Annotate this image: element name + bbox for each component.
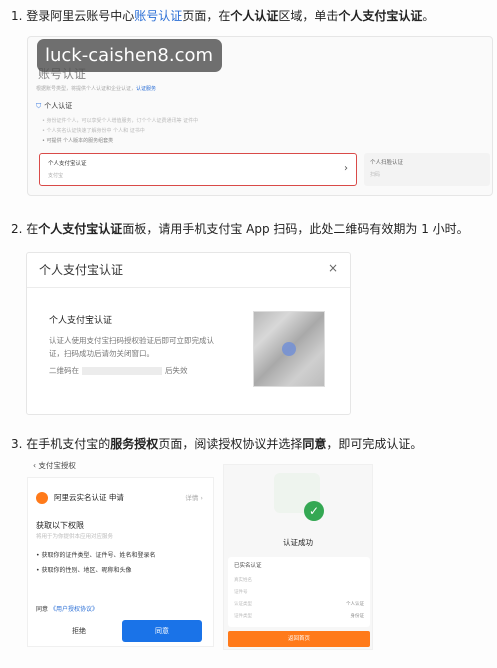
reject-button[interactable]: 拒绝	[36, 621, 122, 641]
agreement-text: 同意 《用户授权协议》	[36, 604, 98, 613]
row-key: 证件类型	[234, 614, 252, 619]
divider	[27, 287, 350, 288]
card-header: 已实名认证	[234, 563, 262, 569]
row-key: 认证类型	[234, 602, 252, 607]
chevron-right-icon: ›	[344, 163, 348, 174]
step-3-instruction: 3. 在手机支付宝的服务授权页面，阅读授权协议并选择同意，即可完成认证。	[11, 436, 422, 452]
qr-code-image	[253, 311, 325, 387]
option-subtitle: 扫码	[370, 172, 381, 178]
subtitle-text: 根据账号类型，将提供个人认证和企业认证，	[36, 86, 137, 92]
step-bold: 服务授权	[110, 437, 159, 451]
watermark: luck-caishen8.com	[37, 39, 222, 72]
step-text: ，即可完成认证。	[326, 437, 423, 451]
page-subtitle: 根据账号类型，将提供个人认证和企业认证，认证服务	[36, 85, 156, 92]
info-row: 真实姓名	[234, 577, 364, 585]
option-title: 个人支付宝认证	[48, 161, 87, 167]
modal-title: 个人支付宝认证	[39, 263, 124, 277]
step-text: 。	[422, 9, 435, 23]
section-title: 个人认证	[44, 102, 73, 110]
qr-expiry-text: 二维码在 后失效	[49, 365, 188, 376]
step-1-instruction: 1. 登录阿里云账号中心账号认证页面，在个人认证区域，单击个人支付宝认证。	[11, 8, 434, 24]
authorization-screen: 阿里云实名认证 申请 详情 › 获取以下权限 将用于为你提供本应用对应服务 • …	[27, 477, 214, 647]
agree-prefix: 同意	[36, 606, 49, 613]
expiry-suffix: 后失效	[165, 366, 188, 375]
modal-description: 证，扫码成功后请勿关闭窗口。	[49, 349, 154, 358]
modal-description: 认证人使用支付宝扫码授权验证后即可立即完成认	[49, 336, 214, 345]
step-bold: 个人支付宝认证	[38, 222, 123, 236]
modal-subtitle: 个人支付宝认证	[49, 316, 113, 326]
step-number: 2.	[11, 222, 23, 236]
step-text: 页面，阅读授权协议并选择	[158, 437, 303, 451]
row-key: 证件号	[234, 590, 248, 595]
row-value: 个人认证	[346, 602, 364, 607]
step-text: 页面，在	[182, 9, 231, 23]
alipay-verify-option[interactable]: 个人支付宝认证 支付宝 ›	[39, 153, 357, 186]
shield-icon: ⛉	[36, 102, 42, 110]
permission-item: • 获取你的证件类型、证件号、姓名和登录名	[36, 552, 156, 559]
user-agreement-link[interactable]: 《用户授权协议》	[50, 606, 98, 613]
close-icon[interactable]: ×	[328, 261, 338, 275]
permission-title: 获取以下权限	[36, 521, 84, 530]
detail-link[interactable]: 详情 ›	[185, 492, 203, 502]
info-row: 证件类型 身份证	[234, 613, 364, 621]
info-row: 认证类型 个人认证	[234, 601, 364, 609]
option-title: 个人扫脸认证	[370, 160, 404, 166]
app-name: 阿里云实名认证 申请	[54, 493, 124, 502]
expiry-prefix: 二维码在	[49, 366, 79, 375]
row-value: 身份证	[350, 614, 365, 619]
redacted-time	[82, 367, 162, 375]
step-text: 区域，单击	[278, 9, 339, 23]
account-verify-link[interactable]: 账号认证	[134, 9, 182, 23]
accept-button[interactable]: 同意	[122, 620, 202, 642]
step-2-instruction: 2. 在个人支付宝认证面板，请用手机支付宝 App 扫码，此处二维码有效期为 1…	[11, 221, 469, 237]
bullet-text: • 个人实名认证快速了解身份中 个人和 证书中	[42, 128, 145, 134]
row-key: 真实姓名	[234, 578, 252, 583]
back-nav[interactable]: ‹ 支付宝授权	[33, 460, 76, 471]
step-text: 面板，请用手机支付宝 App 扫码，此处二维码有效期为 1 小时。	[122, 222, 469, 236]
alipay-logo-icon	[282, 342, 296, 356]
bullet-text: • 可提供 个人版本的服务组套类	[42, 138, 114, 144]
step-number: 3.	[11, 437, 23, 451]
app-logo-icon	[36, 492, 48, 504]
personal-verify-section: ⛉ 个人认证 • 身份证件个人，可以享受个人增值服务，订个个人证费通讯等 证件中 …	[36, 101, 366, 147]
step-bold: 个人认证	[230, 9, 279, 23]
section-header: ⛉ 个人认证	[36, 101, 72, 111]
bullet-text: • 身份证件个人，可以享受个人增值服务，订个个人证费通讯等 证件中	[42, 118, 199, 124]
step-bold: 个人支付宝认证	[338, 9, 423, 23]
face-verify-option[interactable]: 个人扫脸认证 扫码	[364, 153, 490, 186]
return-home-button[interactable]: 返回首页	[228, 631, 370, 647]
success-screen: ✓ 认证成功 已实名认证 真实姓名 证件号 认证类型 个人认证 证件类型 身份证 返…	[223, 464, 373, 650]
success-title: 认证成功	[283, 538, 313, 547]
info-row: 证件号	[234, 589, 364, 597]
permission-item: • 获取你的性别、地区、昵称和头像	[36, 567, 132, 574]
verify-service-link[interactable]: 认证服务	[136, 86, 156, 92]
option-subtitle: 支付宝	[48, 173, 64, 179]
step-number: 1.	[11, 9, 23, 23]
verify-info-card: 已实名认证 真实姓名 证件号 认证类型 个人认证 证件类型 身份证	[228, 557, 370, 627]
step-text: 在	[26, 222, 39, 236]
step-bold: 同意	[302, 437, 327, 451]
step-text: 在手机支付宝的	[26, 437, 111, 451]
alipay-verify-modal: 个人支付宝认证 × 个人支付宝认证 认证人使用支付宝扫码授权验证后即可立即完成认…	[26, 252, 351, 415]
step-text: 登录阿里云账号中心	[26, 9, 135, 23]
permission-subtitle: 将用于为你提供本应用对应服务	[36, 534, 114, 540]
check-icon: ✓	[304, 501, 324, 521]
